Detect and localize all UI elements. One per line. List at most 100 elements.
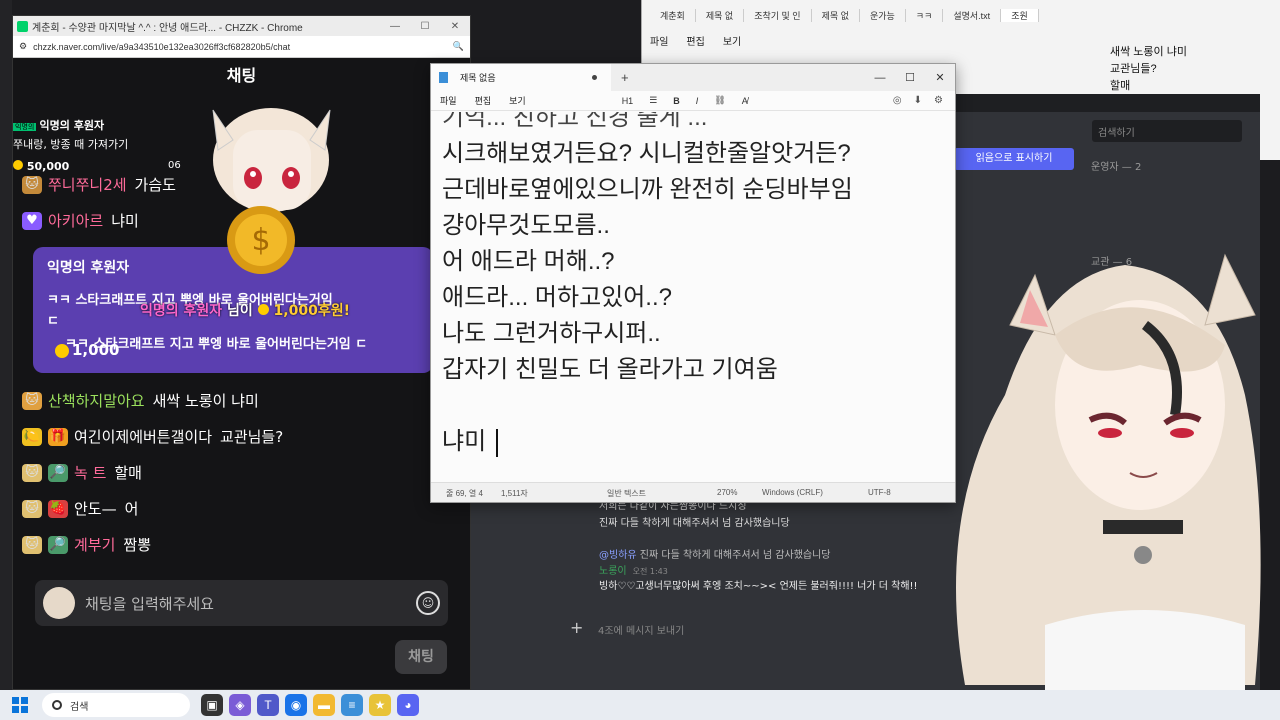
taskbar-search-placeholder[interactable]: 검색 [70,698,88,713]
minimize-button[interactable]: — [380,21,410,32]
text-line: 갑자기 친밀도 더 올라가고 기여움 [442,356,778,383]
chat-nickname[interactable]: 쭈니쭈니2세 [48,174,127,195]
file-explorer-icon[interactable]: ▬ [313,694,335,716]
chat-message: 🐱 🍓 안도— 어 [22,498,138,519]
coin-icon [257,304,269,315]
anon-badge: 익명의 [13,123,37,131]
new-tab-button[interactable]: + [621,70,629,85]
chrome-titlebar[interactable]: 계춘회 - 수양관 마지막날 ^.^ : 안녕 애드라... - CHZZK -… [13,16,470,36]
chat-input-box[interactable]: 채팅을 입력해주세요 ☺ [35,580,448,626]
chat-nickname[interactable]: 계부기 [74,534,115,555]
text-line: 근데바로옆에있으니까 완전히 순딩바부임 [442,176,853,203]
clear-format-icon[interactable]: A̸ [742,96,748,106]
discord-message-body: 빙하♡♡고생너무많아써 후엥 조치~~>< 언제든 불러줘!!!! 너가 더 착… [599,581,918,592]
bg-tab[interactable]: 운가능 [860,8,906,22]
maximize-button[interactable]: ☐ [410,21,440,32]
task-view-icon[interactable]: ▣ [201,694,223,716]
chat-emote-icon: 🐱 [22,499,42,518]
badge-icon: 🔎 [48,535,68,554]
menu-file[interactable]: 파일 [440,94,457,107]
menu-file[interactable]: 파일 [650,33,668,48]
bg-tab[interactable]: ㅋㅋ [906,8,944,22]
maximize-button[interactable]: ☐ [895,71,925,84]
bg-tab[interactable]: 계춘회 [650,8,696,22]
mark-as-read-button[interactable]: 읽음으로 표시하기 [954,148,1074,170]
badge-icon: 🍓 [48,499,68,518]
search-icon [52,700,62,710]
mini-donation-amount-value: 50,000 [26,160,70,173]
star-app-icon[interactable]: ★ [369,694,391,716]
italic-icon[interactable]: I [696,96,699,106]
chrome-icon[interactable]: ◉ [285,694,307,716]
discord-search-input[interactable]: 검색하기 [1092,120,1242,142]
text-line-partial: 기억... 친하고 신경 줄게 ... [442,112,708,131]
chat-emote-icon: 🍋 [22,427,42,446]
author-name[interactable]: 노롱이 [599,566,627,577]
text-line: 시크해보였거든요? 시니컬한줄알앗거든? [442,140,851,167]
chrome-window-title: 계춘회 - 수양관 마지막날 ^.^ : 안녕 애드라... - CHZZK -… [32,22,303,34]
link-icon[interactable]: ⛓ [714,95,725,106]
alert-mid: 님이 [227,303,253,319]
format-toolbar: H1 ☰ B I ⛓ A̸ [622,95,764,106]
copilot-icon[interactable]: ◎ [893,95,902,106]
donation-amount-value: 1,000 [72,341,120,359]
copilot-icon[interactable]: ◈ [229,694,251,716]
zoom-level[interactable]: 270% [717,488,737,497]
chat-nickname[interactable]: 녹 트 [74,462,106,483]
notepad-tab[interactable]: 제목 없음 [431,64,611,91]
search-icon[interactable]: 🔍 [453,41,464,52]
settings-gear-icon[interactable]: ⚙ [934,95,943,106]
chat-input-placeholder[interactable]: 채팅을 입력해주세요 [85,593,416,614]
unsaved-dot-icon[interactable] [592,75,597,80]
menu-view[interactable]: 보기 [509,94,526,107]
url-text[interactable]: chzzk.naver.com/live/a9a343510e132ea3026… [33,42,453,52]
menu-edit[interactable]: 편집 [475,94,492,107]
menu-view[interactable]: 보기 [723,33,741,48]
list-icon[interactable]: ☰ [649,95,657,106]
teams-icon[interactable]: T [257,694,279,716]
compose-placeholder[interactable]: 4조에 메시지 보내기 [598,626,684,637]
bg-tab[interactable]: 설명서.txt [943,8,1002,22]
bg-text-line: 교관님들? [1110,63,1157,75]
bg-tab[interactable]: 조착기 및 인 [744,8,812,22]
chat-message: 🍋 🎁 여긴이제에버튼갤이다 교관님들? [22,426,283,447]
menu-edit[interactable]: 편집 [686,33,704,48]
heading-dropdown[interactable]: H1 [622,96,634,106]
bg-tab[interactable]: 제목 없 [696,8,745,22]
chat-nickname[interactable]: 안도— [74,498,117,519]
bg-tab[interactable]: 제목 없 [812,8,860,22]
address-bar[interactable]: ⚙ chzzk.naver.com/live/a9a343510e132ea30… [13,36,470,58]
encoding: UTF-8 [868,488,891,497]
badge-icon: 🔎 [48,463,68,482]
chat-nickname[interactable]: 아키아르 [48,210,103,231]
account-icon[interactable]: ⬇ [914,95,922,106]
text-format: 일반 텍스트 [607,489,647,498]
mini-donation-amount-secondary: 06 [168,160,181,171]
notepad-titlebar[interactable]: 제목 없음 + — ☐ ✕ [431,64,955,91]
minimize-button[interactable]: — [865,72,895,84]
emoji-icon[interactable]: ☺ [416,591,440,615]
avatar [43,587,75,619]
add-attachment-icon[interactable]: + [570,618,583,637]
reply-mention[interactable]: @빙하유 [599,550,637,561]
notepad-file-icon [439,72,448,83]
chat-nickname[interactable]: 산책하지말아요 [48,390,145,411]
site-info-icon[interactable]: ⚙ [19,41,27,52]
taskbar-search[interactable]: 검색 [42,693,190,717]
close-button[interactable]: ✕ [440,21,470,32]
discord-message-line: 진짜 다들 착하게 대해주셔서 넘 감사했습니당 [599,518,790,529]
chat-emote-icon: 🐱 [22,175,42,194]
coin-icon [55,343,69,358]
chat-nickname[interactable]: 여긴이제에버튼갤이다 [74,426,212,447]
bg-tab-active[interactable]: 조원 [1001,8,1039,22]
bold-icon[interactable]: B [673,96,680,106]
close-button[interactable]: ✕ [925,71,955,84]
windows-start-icon[interactable] [12,697,28,713]
discord-icon[interactable]: ◕ [397,694,419,716]
notepad-icon[interactable]: ≡ [341,694,363,716]
send-chat-button[interactable]: 채팅 [395,640,447,674]
current-line-text: 냐미 [442,428,487,455]
text-line: 어 애드라 머해..? [442,248,615,275]
chat-text: 어 [124,500,139,518]
notepad-text-area[interactable]: 기억... 친하고 신경 줄게 ... 시크해보였거든요? 시니컬한줄알앗거든?… [431,112,955,482]
